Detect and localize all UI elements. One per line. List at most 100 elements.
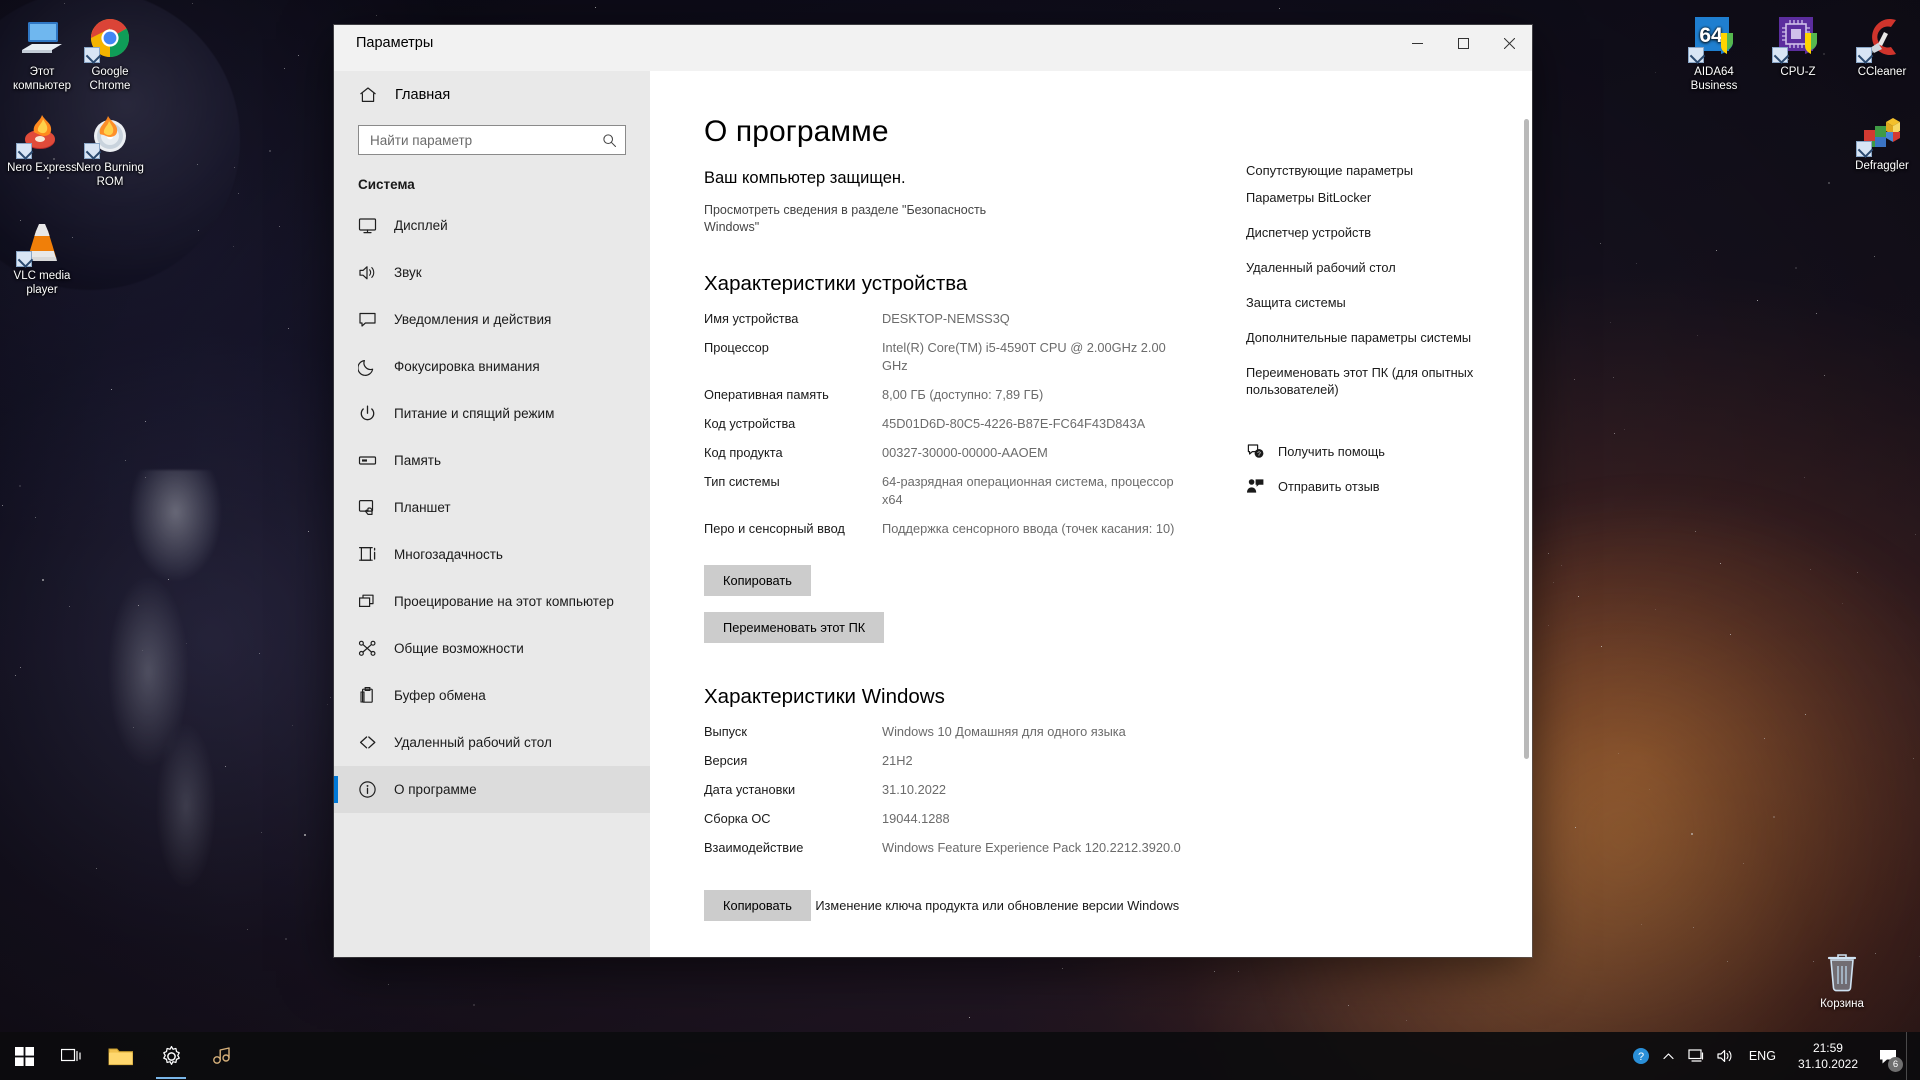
spec-key: Взаимодействие <box>704 840 804 855</box>
spec-value: 31.10.2022 <box>882 782 947 797</box>
sidebar-item-2[interactable]: Уведомления и действия <box>334 296 650 343</box>
desktop-icon-recycle-bin[interactable]: Корзина <box>1800 946 1884 1010</box>
sidebar-item-9[interactable]: Общие возможности <box>334 625 650 672</box>
clock[interactable]: 21:59 31.10.2022 <box>1786 1032 1870 1080</box>
desktop-icon-aida64[interactable]: 64 AIDA64 Business <box>1672 14 1756 93</box>
sidebar-item-12[interactable]: О программе <box>334 766 650 813</box>
related-link-5[interactable]: Переименовать этот ПК (для опытных польз… <box>1246 364 1476 398</box>
chrome-icon <box>84 14 134 63</box>
shortcut-overlay-icon <box>1856 47 1872 63</box>
spec-value: 8,00 ГБ (доступно: 7,89 ГБ) <box>882 387 1044 402</box>
maximize-button[interactable] <box>1440 25 1486 61</box>
related-settings-rail: Сопутствующие параметры Параметры BitLoc… <box>1232 71 1532 957</box>
spec-value: 21H2 <box>882 753 913 768</box>
network-icon[interactable] <box>1683 1032 1711 1080</box>
spec-key: Тип системы <box>704 474 780 489</box>
change-product-key-link[interactable]: Изменение ключа продукта или обновление … <box>815 898 1179 913</box>
related-link-1[interactable]: Диспетчер устройств <box>1246 224 1476 241</box>
spec-value: 45D01D6D-80C5-4226-B87E-FC64F43D843A <box>882 416 1146 431</box>
action-center-button[interactable]: 6 <box>1870 1032 1906 1080</box>
task-view-button[interactable] <box>48 1032 96 1080</box>
power-icon <box>358 404 377 423</box>
spec-key: Оперативная память <box>704 387 829 402</box>
shortcut-overlay-icon <box>1688 47 1704 63</box>
vlc-cone-icon <box>16 218 66 267</box>
content-scrollbar[interactable] <box>1520 71 1532 957</box>
sidebar-item-5[interactable]: Память <box>334 437 650 484</box>
feedback-icon <box>1246 477 1264 495</box>
spec-row: Сборка ОС 19044.1288 <box>704 810 1232 828</box>
spec-row: Оперативная память 8,00 ГБ (доступно: 7,… <box>704 386 1232 404</box>
desktop-icon-nero-burning-rom[interactable]: Nero Burning ROM <box>68 110 152 189</box>
show-desktop-button[interactable] <box>1906 1032 1914 1080</box>
search-icon[interactable] <box>602 133 617 148</box>
desktop-icon-ccleaner[interactable]: CCleaner <box>1840 14 1920 80</box>
close-button[interactable] <box>1486 25 1532 61</box>
sidebar-item-label: Удаленный рабочий стол <box>394 735 552 750</box>
desktop-icon-vlc-media-player[interactable]: VLC media player <box>0 218 84 297</box>
desktop-icon-cpu-z[interactable]: CPU-Z <box>1756 14 1840 80</box>
aida64-icon: 64 <box>1688 14 1738 63</box>
shortcut-overlay-icon <box>84 143 100 159</box>
chevron-up-icon[interactable] <box>1655 1032 1683 1080</box>
copy-windows-specs-button[interactable]: Копировать <box>704 890 811 921</box>
svg-text:?: ? <box>1257 451 1261 458</box>
sidebar-item-0[interactable]: Дисплей <box>334 202 650 249</box>
related-link-0[interactable]: Параметры BitLocker <box>1246 189 1476 206</box>
sidebar-item-7[interactable]: Многозадачность <box>334 531 650 578</box>
search-box[interactable] <box>358 125 626 155</box>
search-input[interactable] <box>370 132 602 148</box>
windows-specs-title: Характеристики Windows <box>704 685 945 708</box>
sidebar-item-8[interactable]: Проецирование на этот компьютер <box>334 578 650 625</box>
sidebar-item-3[interactable]: Фокусировка внимания <box>334 343 650 390</box>
taskbar-app-media[interactable] <box>196 1032 246 1080</box>
minimize-button[interactable] <box>1394 25 1440 61</box>
sidebar-item-1[interactable]: Звук <box>334 249 650 296</box>
scrollbar-thumb[interactable] <box>1524 119 1529 759</box>
spec-key: Перо и сенсорный ввод <box>704 521 845 536</box>
sidebar-item-10[interactable]: Буфер обмена <box>334 672 650 719</box>
settings-sidebar: Главная Система Дисплей <box>334 71 650 957</box>
system-tray: ? ENG 21:59 31.10.2022 6 <box>1627 1032 1920 1080</box>
help-item-0[interactable]: ? Получить помощь <box>1246 442 1506 460</box>
desktop-icon-defraggler[interactable]: Defraggler <box>1840 108 1920 174</box>
related-link-3[interactable]: Защита системы <box>1246 294 1476 311</box>
related-link-2[interactable]: Удаленный рабочий стол <box>1246 259 1476 276</box>
taskbar-app-file-explorer[interactable] <box>96 1032 146 1080</box>
language-indicator[interactable]: ENG <box>1739 1032 1786 1080</box>
close-icon <box>1503 37 1515 49</box>
page-title: О программе <box>704 115 889 148</box>
window-titlebar[interactable]: Параметры <box>334 25 1532 71</box>
svg-text:?: ? <box>1638 1051 1644 1063</box>
sidebar-item-11[interactable]: Удаленный рабочий стол <box>334 719 650 766</box>
spec-row: Процессор Intel(R) Core(TM) i5-4590T CPU… <box>704 339 1232 375</box>
spec-key: Дата установки <box>704 782 796 797</box>
gear-icon <box>162 1045 180 1065</box>
sidebar-nav-list: Дисплей Звук Уведомления и действия Фоку… <box>334 198 650 813</box>
tablet-icon <box>358 498 377 517</box>
sidebar-item-home[interactable]: Главная <box>334 71 650 119</box>
related-link-4[interactable]: Дополнительные параметры системы <box>1246 329 1476 346</box>
copy-device-specs-button[interactable]: Копировать <box>704 565 811 596</box>
nero-express-icon <box>16 110 66 159</box>
storage-icon <box>358 451 377 470</box>
sidebar-item-4[interactable]: Питание и спящий режим <box>334 390 650 437</box>
multitasking-icon <box>358 545 377 564</box>
taskbar-app-settings[interactable] <box>146 1032 196 1080</box>
clipboard-icon <box>358 686 377 705</box>
spec-value: Windows 10 Домашняя для одного языка <box>882 724 1126 739</box>
rename-pc-button[interactable]: Переименовать этот ПК <box>704 612 885 643</box>
sidebar-item-label: Питание и спящий режим <box>394 406 555 421</box>
computer-icon <box>18 14 66 62</box>
volume-icon[interactable] <box>1711 1032 1739 1080</box>
sidebar-search-wrap <box>334 119 650 155</box>
desktop-icon-label: Chrome <box>89 79 131 92</box>
start-button[interactable] <box>0 1032 48 1080</box>
maximize-icon <box>1457 37 1469 49</box>
help-item-1[interactable]: Отправить отзыв <box>1246 477 1506 495</box>
spec-value: 64-разрядная операционная система, проце… <box>882 474 1174 507</box>
help-circle-icon[interactable]: ? <box>1627 1032 1655 1080</box>
sidebar-item-label: Память <box>394 453 442 468</box>
sidebar-item-6[interactable]: Планшет <box>334 484 650 531</box>
desktop-icon-google-chrome[interactable]: Google Chrome <box>68 14 152 93</box>
